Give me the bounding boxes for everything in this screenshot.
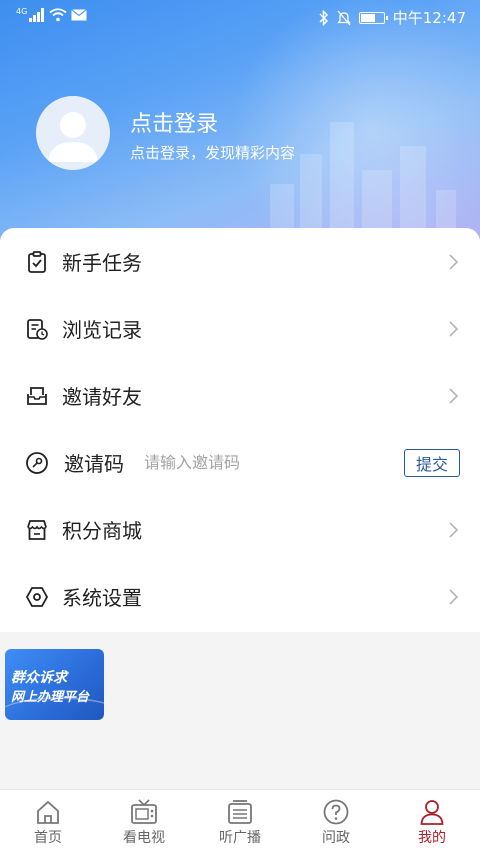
history-icon — [27, 318, 48, 340]
tab-label: 首页 — [34, 830, 62, 846]
status-right: 中午12:47 — [319, 7, 466, 28]
tv-icon — [131, 799, 157, 824]
clock: 中午12:47 — [392, 9, 466, 27]
tab-mine[interactable]: 我的 — [384, 790, 480, 853]
tab-radio[interactable]: 听广播 — [192, 790, 288, 853]
menu-item-invite-friends[interactable]: 邀请好友 — [0, 362, 480, 429]
tab-home[interactable]: 首页 — [0, 790, 96, 853]
invite-code-row: 邀请码 提交 — [0, 429, 480, 496]
menu-item-newbie-tasks[interactable]: 新手任务 — [0, 228, 480, 295]
menu-item-label: 积分商城 — [62, 519, 142, 543]
chevron-right-icon — [449, 521, 459, 538]
home-icon — [37, 800, 59, 824]
avatar[interactable] — [36, 96, 110, 170]
default-avatar-icon — [36, 96, 110, 170]
store-icon — [27, 519, 47, 540]
signal-icon — [29, 8, 45, 22]
public-appeal-banner[interactable]: 群众诉求 网上办理平台 — [5, 649, 104, 720]
chevron-right-icon — [449, 387, 459, 404]
task-check-icon — [28, 250, 46, 273]
chevron-right-icon — [449, 320, 459, 337]
radio-icon — [228, 800, 252, 824]
banner-subtitle: 网上办理平台 — [11, 690, 90, 705]
mail-notification-icon — [71, 9, 88, 21]
invite-code-input[interactable] — [144, 453, 334, 472]
envelope-icon — [27, 386, 47, 405]
menu-item-points-mall[interactable]: 积分商城 — [0, 496, 480, 563]
status-left: 4G — [16, 7, 88, 22]
submit-button[interactable]: 提交 — [404, 448, 460, 477]
wifi-icon — [49, 8, 67, 22]
menu-item-label: 浏览记录 — [62, 318, 142, 342]
chevron-right-icon — [449, 588, 459, 605]
menu-item-browse-history[interactable]: 浏览记录 — [0, 295, 480, 362]
tab-label: 看电视 — [123, 830, 165, 846]
menu-item-label: 邀请好友 — [62, 385, 142, 409]
invite-code-label: 邀请码 — [64, 452, 124, 476]
status-bar: 4G 中午12:47 — [0, 0, 480, 34]
menu-item-label: 新手任务 — [62, 251, 142, 275]
bluetooth-icon — [319, 9, 328, 26]
chevron-right-icon — [449, 253, 459, 270]
login-title[interactable]: 点击登录 — [130, 106, 218, 138]
network-type: 4G — [16, 7, 28, 16]
tab-label: 问政 — [322, 830, 350, 846]
key-icon — [26, 451, 48, 474]
tab-tv[interactable]: 看电视 — [96, 790, 192, 853]
menu-card: 新手任务 浏览记录 邀请好友 邀请码 请输入邀请码 提交 积分商城 系统设置 — [0, 228, 480, 632]
banner-title: 群众诉求 — [11, 670, 67, 686]
menu-item-system-settings[interactable]: 系统设置 — [0, 563, 480, 630]
question-icon — [323, 799, 349, 825]
tab-inquiry[interactable]: 问政 — [288, 790, 384, 853]
battery-icon — [358, 11, 388, 24]
settings-icon — [25, 586, 49, 607]
menu-item-label: 系统设置 — [62, 586, 142, 610]
mute-bell-icon — [336, 10, 351, 25]
bottom-tab-bar: 首页 看电视 听广播 问政 我的 — [0, 789, 480, 853]
tab-label: 我的 — [418, 830, 446, 846]
login-subtitle: 点击登录，发现精彩内容 — [130, 144, 296, 162]
user-icon — [420, 800, 444, 825]
tab-label: 听广播 — [219, 830, 261, 846]
